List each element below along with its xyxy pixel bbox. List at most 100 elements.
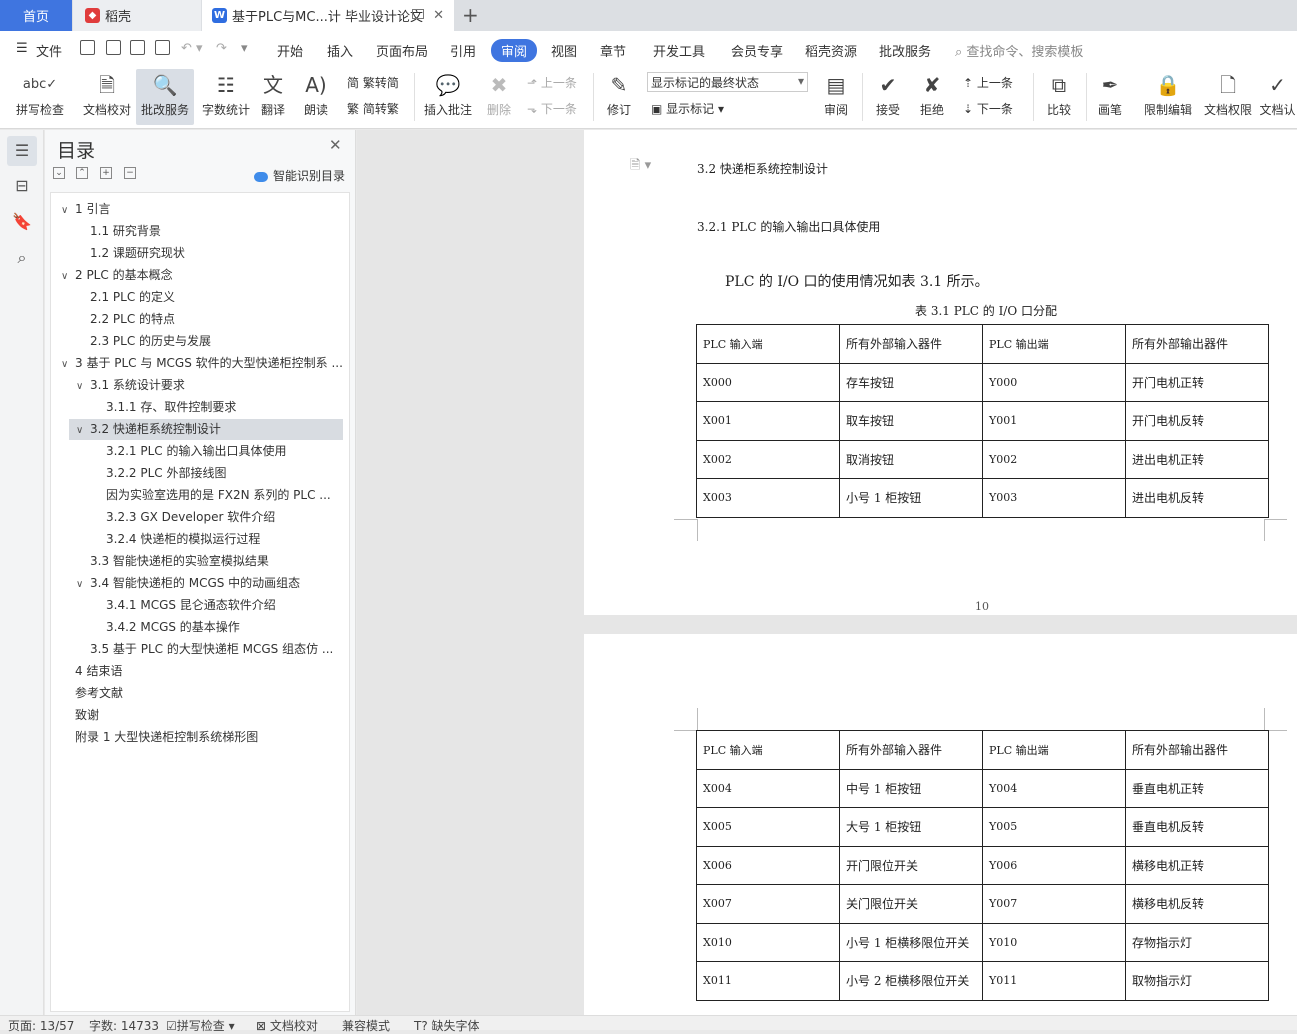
window-mode-icon[interactable] [412,9,424,19]
redo-icon[interactable]: ↷ [216,41,227,56]
tab-home[interactable]: 首页 [0,0,72,31]
menu-correction[interactable]: 批改服务 [879,41,931,60]
chevron-down-icon[interactable]: ∨ [76,376,90,396]
toc-item[interactable]: 3.4.1 MCGS 昆仑通态软件介绍 [51,595,347,616]
doc-permission-button[interactable]: 🗋 文档权限 [1198,69,1258,125]
toc-item[interactable]: 1.1 研究背景 [51,221,347,242]
close-tab-icon[interactable]: ✕ [433,8,444,23]
collapse-down-icon[interactable]: ⌄ [53,167,65,179]
menu-reference[interactable]: 引用 [450,41,476,60]
toc-item[interactable]: 3.1.1 存、取件控制要求 [51,397,347,418]
toc-item[interactable]: 附录 1 大型快递柜控制系统梯形图 [51,727,347,748]
search-icon[interactable]: ⌕ [7,243,37,273]
pen-button[interactable]: ✒ 画笔 [1090,69,1130,125]
toc-item[interactable]: 4 结束语 [51,661,347,682]
toc-item[interactable]: ∨ 3.2 快递柜系统控制设计 [69,419,343,440]
toc-item[interactable]: ∨ 3.4 智能快递柜的 MCGS 中的动画组态 [51,573,347,594]
tab-document[interactable]: W 基于PLC与MC...计 毕业设计论文 ✕ [202,0,454,31]
page-options-icon[interactable]: 🗎 ▾ [630,156,651,178]
hamburger-icon[interactable]: ☰ [16,41,28,56]
menu-insert[interactable]: 插入 [327,41,353,60]
next-comment-button[interactable]: ⬎ 下一条 [527,100,577,117]
trad-to-simp-button[interactable]: 简 繁转简 [347,74,399,91]
menu-start[interactable]: 开始 [277,41,303,60]
toc-item[interactable]: 参考文献 [51,683,347,704]
toc-item[interactable]: 2.2 PLC 的特点 [51,309,347,330]
prev-change-button[interactable]: ⇡ 上一条 [963,74,1013,91]
insert-comment-button[interactable]: 💬 插入批注 [420,69,476,125]
menu-review[interactable]: 审阅 [491,39,538,62]
chevron-down-icon[interactable]: ∨ [61,266,75,286]
menu-page-layout[interactable]: 页面布局 [376,41,428,60]
page-indicator[interactable]: 页面: 13/57 [8,1017,74,1034]
menu-view[interactable]: 视图 [551,41,577,60]
chevron-down-icon[interactable]: ∨ [76,420,90,440]
toc-item[interactable]: ∨ 2 PLC 的基本概念 [51,265,347,286]
toc-item[interactable]: 1.2 课题研究现状 [51,243,347,264]
restrict-edit-button[interactable]: 🔒 限制编辑 [1138,69,1198,125]
more-quick-icon[interactable]: ▾ [241,41,248,56]
compare-button[interactable]: ⧉ 比较 [1038,69,1080,125]
print-icon[interactable] [130,40,145,55]
toc-item[interactable]: 致谢 [51,705,347,726]
word-count-button[interactable]: ☷ 字数统计 [196,69,256,125]
document-canvas[interactable]: 🗎 ▾ 3.2 快递柜系统控制设计 3.2.1 PLC 的输入输出口具体使用 P… [357,130,1297,1015]
toc-item[interactable]: 3.4.2 MCGS 的基本操作 [51,617,347,638]
toc-item[interactable]: 3.2.3 GX Developer 软件介绍 [51,507,347,528]
markup-state-select[interactable]: 显示标记的最终状态 ▾ [647,72,808,92]
toc-item[interactable]: 3.3 智能快递柜的实验室模拟结果 [51,551,347,572]
collapse-all-icon[interactable]: − [124,167,136,179]
toc-panel-icon[interactable]: ☰ [7,136,37,166]
print-preview-icon[interactable] [155,40,170,55]
toc-item[interactable]: 3.2.4 快递柜的模拟运行过程 [51,529,347,550]
collapse-up-icon[interactable]: ⌃ [76,167,88,179]
chevron-down-icon[interactable]: ∨ [76,574,90,594]
toc-item[interactable]: 因为实验室选用的是 FX2N 系列的 PLC ... [51,485,347,506]
menu-docer-resources[interactable]: 稻壳资源 [805,41,857,60]
missing-font-status[interactable]: T? 缺失字体 [414,1017,480,1034]
toc-item[interactable]: 3.5 基于 PLC 的大型快递柜 MCGS 组态仿 ... [51,639,347,660]
toc-item[interactable]: 2.1 PLC 的定义 [51,287,347,308]
toc-item[interactable]: 3.2.2 PLC 外部接线图 [51,463,347,484]
read-aloud-button[interactable]: A) 朗读 [296,69,336,125]
toc-item[interactable]: ∨ 3 基于 PLC 与 MCGS 软件的大型快递柜控制系 ... [51,353,347,374]
review-pane-button[interactable]: ▤ 审阅 [814,69,858,125]
chevron-down-icon[interactable]: ∨ [61,200,75,220]
menu-dev-tools[interactable]: 开发工具 [653,41,705,60]
proof-status[interactable]: ⊠ 文档校对 [256,1017,318,1034]
expand-all-icon[interactable]: + [100,167,112,179]
show-markup-button[interactable]: ▣ 显示标记 ▾ [651,100,724,117]
prev-comment-button[interactable]: ⬏ 上一条 [527,74,577,91]
simp-to-trad-button[interactable]: 繁 简转繁 [347,100,399,117]
toc-item[interactable]: ∨ 3.1 系统设计要求 [51,375,347,396]
revise-button[interactable]: ✎ 修订 [597,69,641,125]
next-change-button[interactable]: ⇣ 下一条 [963,100,1013,117]
doc-proof-button[interactable]: 🗎 文档校对 [77,69,137,125]
spell-check-status[interactable]: ☑拼写检查 ▾ [166,1017,235,1034]
accept-button[interactable]: ✔ 接受 [868,69,908,125]
menu-member[interactable]: 会员专享 [731,41,783,60]
translate-button[interactable]: 文 翻译 [250,69,296,125]
spell-check-button[interactable]: abc✓ 拼写检查 [8,69,72,125]
new-tab-icon[interactable]: + [462,3,479,27]
command-search[interactable]: ⌕ 查找命令、搜索模板 [955,41,1083,60]
reject-button[interactable]: ✘ 拒绝 [912,69,952,125]
tab-docer[interactable]: ◆ 稻壳 [73,0,201,31]
export-icon[interactable] [106,40,121,55]
close-icon[interactable]: ✕ [329,136,342,154]
toc-item[interactable]: 2.3 PLC 的历史与发展 [51,331,347,352]
word-count-indicator[interactable]: 字数: 14733 [89,1017,159,1034]
toc-item[interactable]: 3.2.1 PLC 的输入输出口具体使用 [51,441,347,462]
menu-file[interactable]: 文件 [36,41,62,60]
chapter-nav-icon[interactable]: ⊟ [7,171,37,201]
undo-icon[interactable]: ↶ ▾ [181,41,203,56]
save-icon[interactable] [80,40,95,55]
delete-comment-button[interactable]: ✖ 删除 [478,69,520,125]
chevron-down-icon[interactable]: ∨ [61,354,75,374]
menu-chapter[interactable]: 章节 [600,41,626,60]
correction-service-button[interactable]: 🔍 批改服务 [136,69,194,125]
doc-verify-button[interactable]: ✓ 文档认 [1258,69,1297,125]
smart-toc-button[interactable]: 智能识别目录 [254,167,345,184]
bookmark-icon[interactable]: 🔖 [7,207,37,237]
toc-item[interactable]: ∨ 1 引言 [51,199,347,220]
